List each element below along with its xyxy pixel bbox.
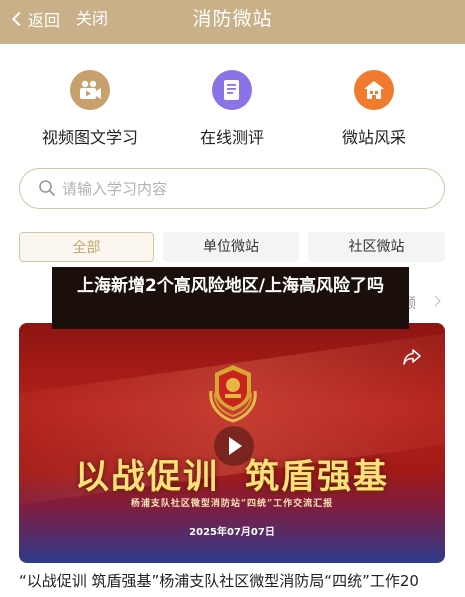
feature-label: 在线测评 [199,128,264,147]
overlay-banner: 上海新增2个高风险地区/上海高风险了吗 [52,267,409,329]
slogan-right: 筑盾强基 [245,457,389,497]
search-icon [38,179,56,201]
tab-community-station[interactable]: 社区微站 [308,232,445,262]
share-icon[interactable] [403,349,421,369]
search-box[interactable] [19,168,445,209]
video-date: 2025年07月07日 [189,527,275,538]
feature-video-learning[interactable]: 视频图文学习 [20,70,160,148]
video-card[interactable]: 以战促训 筑盾强基 杨浦支队社区微型消防站“四统”工作交流汇报 2025年07月0… [19,323,445,563]
top-bar: 返回 关闭 消防微站 [0,0,465,44]
feature-online-test[interactable]: 在线测评 [162,70,302,148]
video-subtitle: 杨浦支队社区微型消防站“四统”工作交流汇报 [130,499,334,509]
page-title: 消防微站 [192,8,273,30]
tab-unit-station[interactable]: 单位微站 [163,232,299,262]
chevron-right-icon [429,295,441,307]
feature-label: 微站风采 [341,128,406,147]
home-icon [354,70,394,110]
tab-all[interactable]: 全部 [19,232,154,262]
slogan-left: 以战促训 [75,457,219,497]
category-tabs: 全部 单位微站 社区微站 [19,232,445,262]
feature-station-showcase[interactable]: 微站风采 [304,70,444,148]
video-icon [70,70,110,110]
document-icon [212,70,252,110]
video-slogan: 以战促训 筑盾强基 [19,449,445,498]
video-caption[interactable]: “以战促训 筑盾强基”杨浦支队社区微型消防局“四统”工作20 [19,570,465,594]
feature-label: 视频图文学习 [41,128,138,147]
fire-emblem-icon [203,361,263,425]
search-input[interactable] [62,178,422,200]
feature-grid: 视频图文学习 在线测评 微站风采 [0,70,465,150]
